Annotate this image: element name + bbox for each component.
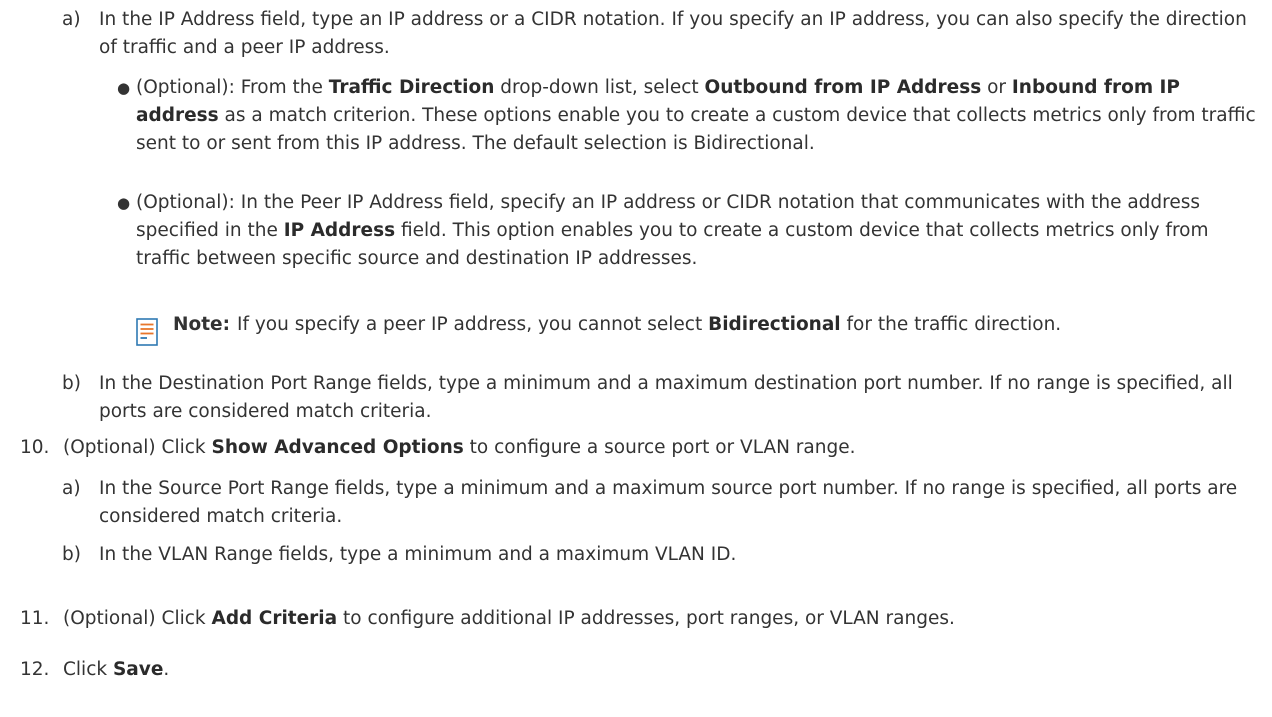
text-run: as a match criterion. These options enab… xyxy=(136,105,1256,154)
bullet-icon: ● xyxy=(117,79,131,97)
bullet-text: (Optional): From the Traffic Direction d… xyxy=(136,74,1264,158)
text-run: for the traffic direction. xyxy=(840,314,1062,335)
text-run: (Optional) Click xyxy=(63,437,212,458)
substep-text: In the IP Address field, type an IP addr… xyxy=(99,9,1247,58)
substep-text: In the Source Port Range fields, type a … xyxy=(99,478,1238,527)
bold-term: Show Advanced Options xyxy=(211,437,464,458)
text-run: . xyxy=(163,659,170,680)
bullet-icon: ● xyxy=(117,194,131,212)
step-number: 11. xyxy=(20,608,50,629)
substep-text: In the VLAN Range fields, type a minimum… xyxy=(99,544,737,565)
text-run: drop-down list, select xyxy=(494,77,705,98)
bold-term: IP Address xyxy=(283,220,396,241)
step-text: (Optional) Click Add Criteria to configu… xyxy=(63,605,1264,633)
text-run: or xyxy=(981,77,1012,98)
substep-text: In the Destination Port Range fields, ty… xyxy=(99,373,1233,422)
bold-term: Bidirectional xyxy=(708,314,841,335)
text-run: (Optional): From the xyxy=(136,77,329,98)
step-text: (Optional) Click Show Advanced Options t… xyxy=(63,434,1264,462)
bold-term: Outbound from IP Address xyxy=(704,77,982,98)
bullet-text: (Optional): In the Peer IP Address field… xyxy=(136,189,1264,273)
bold-term: Save xyxy=(112,659,164,680)
step-number: 10. xyxy=(20,437,50,458)
substep-marker: b) xyxy=(62,373,81,394)
note-icon xyxy=(136,318,158,355)
text-run: (Optional) Click xyxy=(63,608,212,629)
text-run: Click xyxy=(63,659,113,680)
substep-marker: a) xyxy=(62,478,81,499)
note-text: If you specify a peer IP address, you ca… xyxy=(237,311,1264,339)
text-run: to configure a source port or VLAN range… xyxy=(463,437,856,458)
bold-term: Traffic Direction xyxy=(328,77,495,98)
step-text: Click Save. xyxy=(63,656,1264,684)
substep-marker: a) xyxy=(62,9,81,30)
document-page: a) In the IP Address field, type an IP a… xyxy=(0,0,1272,717)
text-run: If you specify a peer IP address, you ca… xyxy=(237,314,709,335)
step-number: 12. xyxy=(20,659,50,680)
bold-term: Add Criteria xyxy=(211,608,338,629)
text-run: to configure additional IP addresses, po… xyxy=(337,608,955,629)
note-label: Note: xyxy=(173,314,230,335)
substep-marker: b) xyxy=(62,544,81,565)
